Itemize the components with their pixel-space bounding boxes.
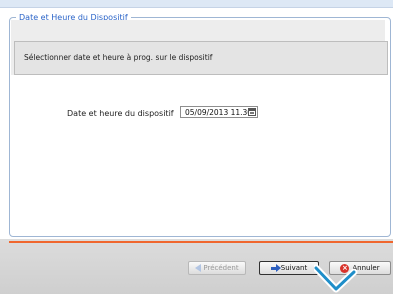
datetime-input[interactable]: 05/09/2013 11.30 [180, 106, 258, 118]
instruction-box: Sélectionner date et heure à prog. sur l… [14, 41, 388, 75]
previous-button[interactable]: Précédent [188, 261, 246, 275]
next-button-label: Suivant [280, 264, 308, 272]
top-strip [0, 0, 393, 8]
next-button[interactable]: Suivant [259, 261, 319, 275]
arrow-right-icon [270, 263, 281, 272]
wizard-window: Date et Heure du Dispositif Sélectionner… [0, 0, 393, 294]
instruction-text: Sélectionner date et heure à prog. sur l… [24, 53, 213, 62]
arrow-left-icon [195, 264, 202, 272]
previous-button-label: Précédent [203, 264, 239, 272]
datetime-label: Date et heure du dispositif [67, 109, 174, 118]
footer-accent-line [9, 241, 393, 243]
pointer-icon [314, 264, 358, 293]
datetime-value: 05/09/2013 11.30 [185, 108, 253, 117]
calendar-icon[interactable] [248, 108, 256, 116]
